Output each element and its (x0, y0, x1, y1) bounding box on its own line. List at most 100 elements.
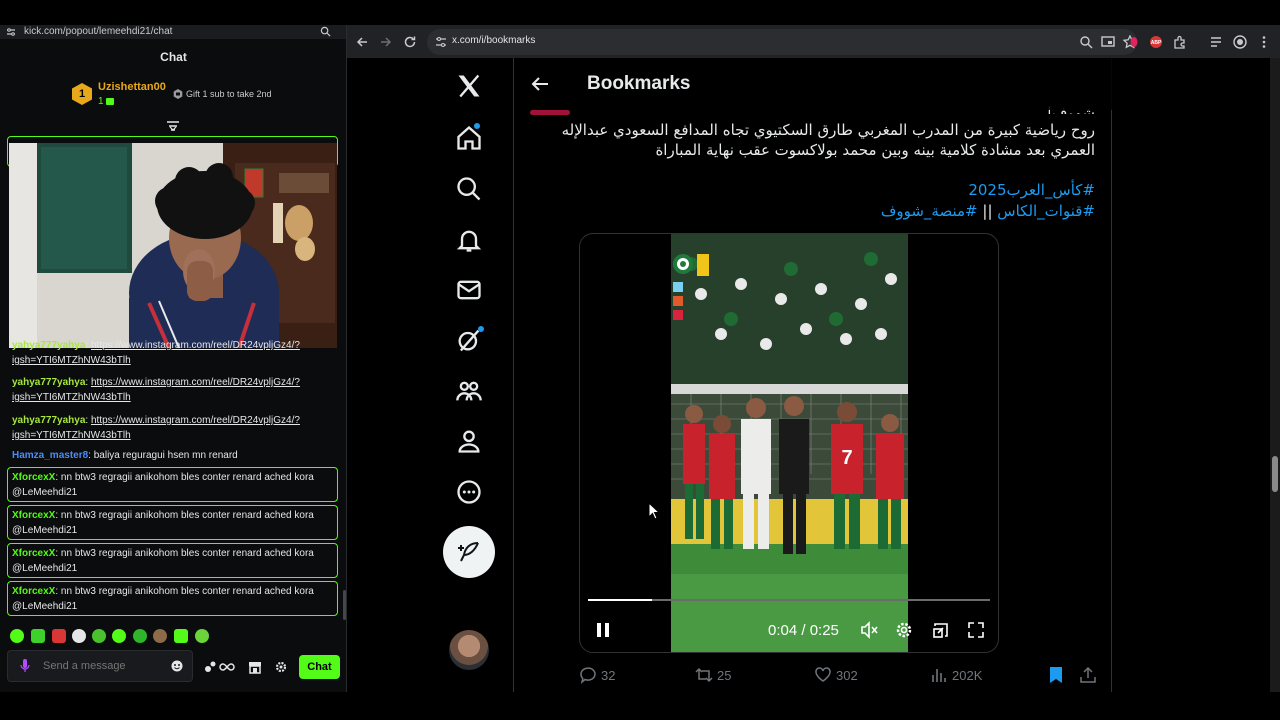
post-hashtags: #كأس_العرب2025 (968, 180, 1095, 200)
chat-text: nn btw3 regragii anikohom bles conter re… (12, 548, 314, 574)
chat-message: yahya777yahya: https://www.instagram.com… (12, 377, 300, 403)
page-scrollbar-thumb[interactable] (1272, 456, 1278, 492)
pause-icon[interactable] (594, 621, 612, 639)
gifter-count: 1 (98, 96, 115, 107)
settings-gear-icon[interactable] (275, 660, 287, 674)
video-progress-bar[interactable] (588, 599, 990, 601)
site-info-icon[interactable] (435, 36, 447, 48)
chat-username[interactable]: XforcexX (12, 510, 55, 521)
video-settings-icon[interactable] (895, 621, 913, 639)
post-text-line: العمري بعد مشادة كلامية بينه وبين محمد ب… (655, 141, 1095, 159)
gift-cta[interactable]: Gift 1 sub to take 2nd (186, 89, 272, 99)
gift-icon (173, 89, 183, 99)
chat-message: XforcexX: nn btw3 regragii anikohom bles… (12, 586, 314, 612)
mute-icon[interactable] (860, 621, 878, 639)
x-logo-icon[interactable] (455, 72, 483, 100)
like-count: 302 (836, 668, 858, 683)
bookmark-filled-icon[interactable] (1048, 666, 1064, 684)
x-page: شووف| روح رياضية كبيرة من المدرب المغربي… (347, 58, 1280, 692)
popup-url: kick.com/popout/lemeehdi21/chat (24, 26, 173, 37)
address-url: x.com/i/bookmarks (452, 35, 536, 46)
chat-input[interactable] (43, 658, 163, 674)
bookmarks-header: Bookmarks (514, 58, 1113, 110)
more-menu-icon[interactable] (1257, 35, 1271, 49)
collapse-icon[interactable] (166, 120, 180, 132)
chat-username[interactable]: yahya777yahya (12, 415, 85, 426)
forward-nav-icon[interactable] (379, 35, 393, 49)
chat-text: nn btw3 regragii anikohom bles conter re… (12, 472, 314, 498)
kick-chat-window: kick.com/popout/lemeehdi21/chat Chat 1 U… (0, 25, 347, 692)
infinity-icon[interactable] (219, 660, 235, 674)
svg-text:ABP: ABP (1151, 40, 1162, 46)
chat-username[interactable]: XforcexX (12, 548, 55, 559)
back-nav-icon[interactable] (355, 35, 369, 49)
gifter-name[interactable]: Uzishettan00 (98, 81, 166, 93)
compose-post-button[interactable] (443, 526, 495, 578)
page-title: Bookmarks (587, 73, 691, 94)
views-chart-icon (932, 669, 946, 682)
svg-text:7: 7 (841, 447, 852, 469)
chat-username[interactable]: Hamza_master8 (12, 450, 88, 461)
chat-username[interactable]: XforcexX (12, 472, 55, 483)
adblock-icon[interactable]: ABP (1149, 35, 1163, 49)
search-icon[interactable] (455, 175, 483, 203)
emote-icon[interactable] (10, 629, 24, 643)
picture-in-picture-icon[interactable] (932, 621, 950, 639)
site-settings-icon[interactable] (6, 27, 16, 37)
communities-icon[interactable] (455, 377, 483, 405)
profile-icon[interactable] (1233, 35, 1247, 49)
share-icon[interactable] (1079, 666, 1097, 684)
reload-icon[interactable] (403, 35, 417, 49)
emote-icon[interactable] (174, 629, 188, 643)
hashtag-link[interactable]: #منصة_شووف (881, 202, 978, 220)
notifications-bell-icon[interactable] (455, 226, 483, 254)
extensions-puzzle-icon[interactable] (1173, 35, 1187, 49)
emote-icon[interactable] (52, 629, 66, 643)
compose-feather-icon (458, 542, 479, 562)
emote-icon[interactable] (31, 629, 45, 643)
profile-person-icon[interactable] (455, 427, 483, 455)
emote-icon[interactable] (72, 629, 86, 643)
popup-url-bar: kick.com/popout/lemeehdi21/chat (0, 25, 346, 39)
post-text-line: روح رياضية كبيرة من المدرب المغربي طارق … (561, 121, 1095, 139)
messages-mail-icon[interactable] (455, 276, 483, 304)
video-player[interactable]: 7 0:04 / 0:25 (579, 233, 999, 653)
emoji-icon[interactable] (171, 660, 183, 672)
browser-window: x.com/i/bookmarks ABP شووف| (347, 25, 1280, 692)
back-arrow-icon[interactable] (530, 74, 550, 94)
fullscreen-icon[interactable] (967, 621, 985, 639)
chat-message-partial-tail: igsh=YTI6MTZhNW43bTlh (12, 355, 131, 366)
chat-text: nn btw3 regragii anikohom bles conter re… (12, 586, 314, 612)
zoom-icon[interactable] (320, 26, 331, 37)
chat-username[interactable]: yahya777yahya (12, 377, 85, 388)
emote-icon[interactable] (92, 629, 106, 643)
chat-composer (7, 650, 193, 682)
hashtag-separator: || (982, 202, 993, 220)
zoom-icon[interactable] (1079, 35, 1093, 49)
address-bar[interactable]: x.com/i/bookmarks (427, 29, 1137, 55)
chat-send-button[interactable]: Chat (299, 655, 340, 679)
top-gifter-banner: 1 Uzishettan00 1 Gift 1 sub to take 2nd (0, 77, 346, 117)
extension-red-icon[interactable] (1127, 35, 1141, 49)
emote-icon[interactable] (153, 629, 167, 643)
emote-icon[interactable] (133, 629, 147, 643)
cast-icon[interactable] (1101, 35, 1115, 49)
page-scrollbar[interactable] (1270, 58, 1280, 692)
video-time: 0:04 / 0:25 (768, 622, 839, 639)
repost-icon (695, 667, 713, 683)
bits-icon[interactable] (204, 660, 218, 674)
microphone-icon[interactable] (20, 659, 30, 673)
store-icon[interactable] (248, 660, 262, 674)
chat-message-partial: yahya777yahya: https://www.instagram.com… (12, 340, 300, 351)
emote-icon[interactable] (112, 629, 126, 643)
hashtag-link[interactable]: #قنوات_الكاس (997, 202, 1095, 220)
chat-username[interactable]: XforcexX (12, 586, 55, 597)
reading-list-icon[interactable] (1209, 35, 1223, 49)
chat-scrollbar[interactable] (343, 590, 346, 620)
hashtag-link[interactable]: #كأس_العرب2025 (968, 181, 1095, 199)
repost-count: 25 (717, 668, 732, 683)
video-frame: 7 (671, 234, 908, 652)
account-avatar[interactable] (449, 630, 489, 670)
more-circle-icon[interactable] (455, 478, 483, 506)
emote-icon[interactable] (195, 629, 209, 643)
